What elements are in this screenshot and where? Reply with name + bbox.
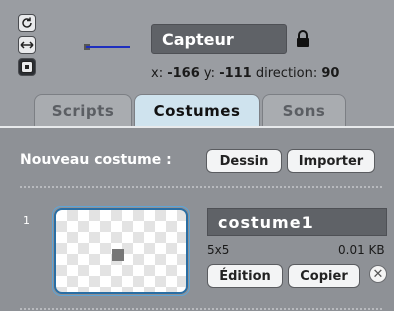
no-rotate-icon[interactable] (18, 58, 36, 76)
sprite-direction-line (86, 46, 130, 48)
divider (20, 186, 382, 188)
x-value: -166 (167, 66, 200, 81)
edit-button[interactable]: Édition (207, 264, 283, 288)
direction-label: direction: (255, 66, 318, 81)
costume-number: 1 (23, 214, 30, 227)
costume-name-field[interactable]: costume1 (207, 208, 387, 236)
y-label: y: (203, 66, 216, 81)
costume-image-dot (112, 249, 124, 261)
new-costume-label: Nouveau costume : (20, 152, 172, 168)
tab-sons[interactable]: Sons (262, 94, 346, 126)
flip-left-right-icon[interactable] (18, 36, 36, 54)
divider (20, 308, 382, 310)
direction-value: 90 (321, 66, 340, 81)
sprite-coordinates: x: -166 y: -111 direction: 90 (151, 66, 339, 81)
rotate-icon[interactable] (18, 14, 36, 32)
paint-button[interactable]: Dessin (206, 149, 282, 173)
costume-file-size: 0.01 KB (338, 243, 385, 257)
sprite-name-field[interactable]: Capteur (151, 24, 287, 54)
costume-dimensions: 5x5 (207, 243, 230, 257)
copy-button[interactable]: Copier (288, 264, 360, 288)
costumes-panel: Nouveau costume : Dessin Importer 1 cost… (0, 126, 394, 311)
y-value: -111 (219, 66, 252, 81)
tab-costumes[interactable]: Costumes (134, 94, 260, 126)
lock-icon[interactable] (295, 30, 311, 48)
delete-costume-icon[interactable]: ✕ (369, 265, 387, 283)
tab-scripts[interactable]: Scripts (34, 94, 132, 126)
x-label: x: (151, 66, 164, 81)
import-button[interactable]: Importer (287, 149, 375, 173)
